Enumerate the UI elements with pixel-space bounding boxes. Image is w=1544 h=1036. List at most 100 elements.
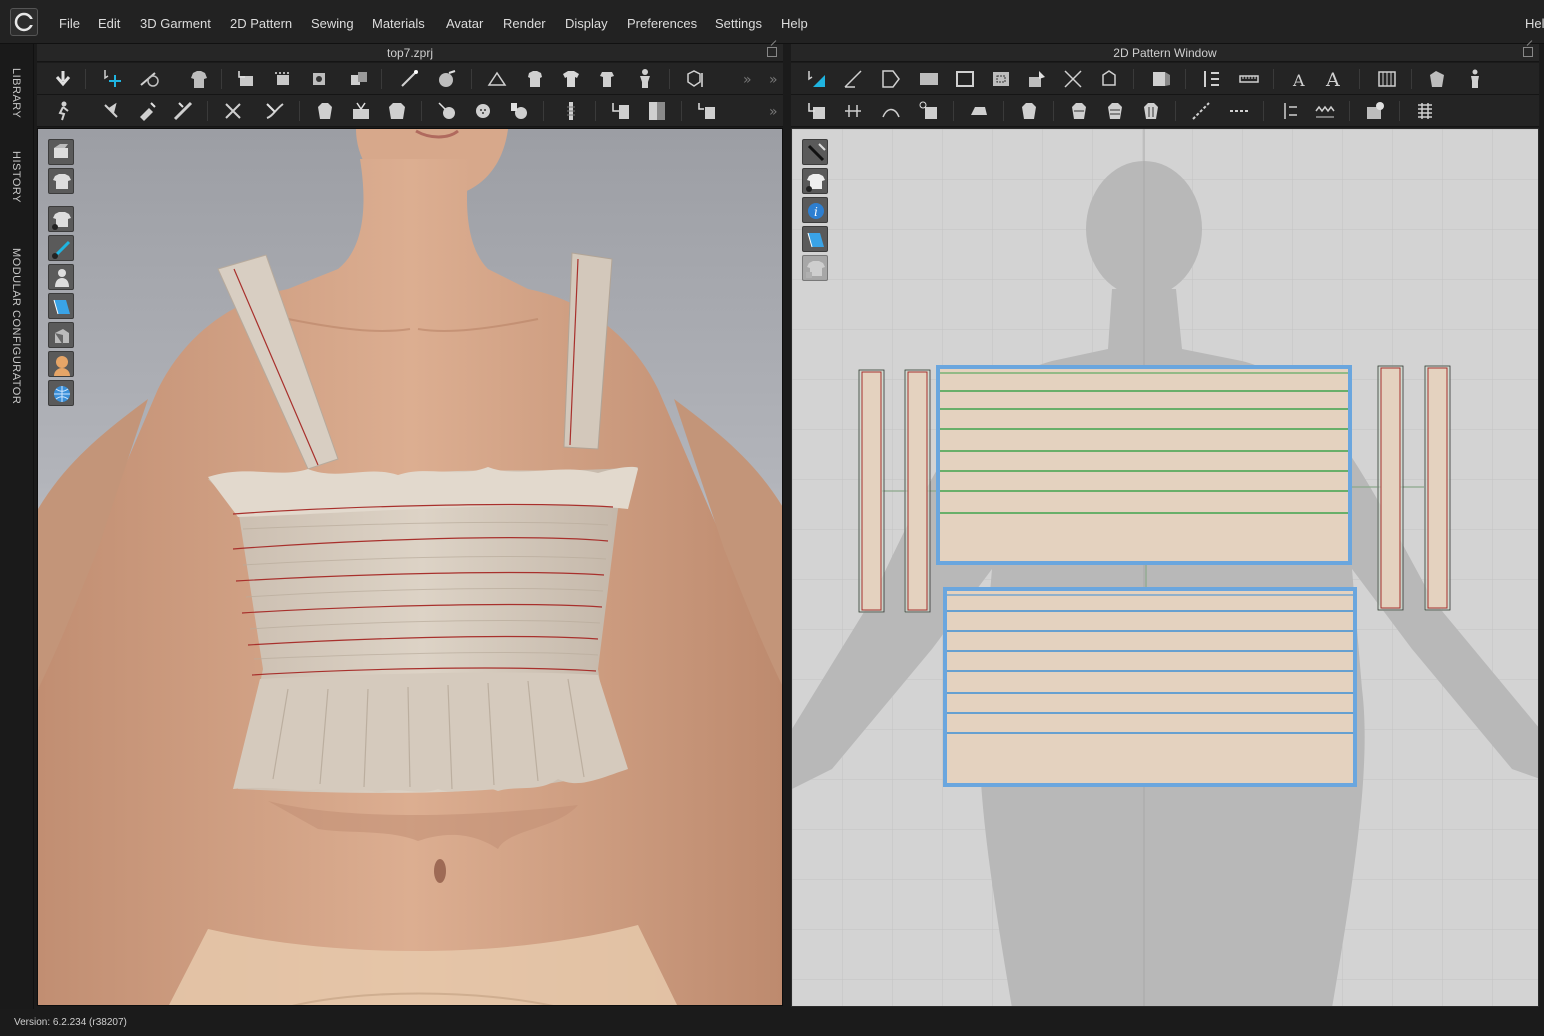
edit-curvature-icon[interactable] (879, 67, 903, 91)
fold-icon[interactable] (271, 67, 295, 91)
pattern-back-panel[interactable] (943, 587, 1357, 787)
menu-display[interactable]: Display (565, 16, 608, 31)
polygon-icon[interactable] (917, 67, 941, 91)
menu-help[interactable]: Help (781, 16, 808, 31)
3d-garment-viewport[interactable] (37, 128, 783, 1006)
elastic-icon[interactable] (1067, 99, 1091, 123)
menu-3d-garment[interactable]: 3D Garment (140, 16, 211, 31)
button-icon[interactable] (559, 67, 583, 91)
free-sewing-2d-icon[interactable] (879, 99, 903, 123)
texture-icon[interactable] (695, 99, 719, 123)
locked-garment-icon[interactable] (802, 255, 828, 281)
rectangle-icon[interactable] (953, 67, 977, 91)
segment-sewing-2d-icon[interactable] (841, 99, 865, 123)
tab-modular-configurator[interactable]: MODULAR CONFIGURATOR (10, 248, 22, 404)
view-garment-icon[interactable] (48, 139, 74, 165)
dart-icon[interactable] (1025, 67, 1049, 91)
stitch-pattern-icon[interactable] (1313, 99, 1337, 123)
menu-sewing[interactable]: Sewing (311, 16, 354, 31)
edit-pin-box-icon[interactable] (135, 99, 159, 123)
free-sewing-icon[interactable] (263, 99, 287, 123)
avatar-move-icon[interactable] (1463, 67, 1487, 91)
zipper-icon[interactable] (435, 99, 459, 123)
pleat-icon[interactable] (1139, 99, 1163, 123)
graphic-icon[interactable] (645, 99, 669, 123)
pattern-strap-left-1[interactable] (858, 369, 885, 613)
avatar-pose-icon[interactable] (633, 67, 657, 91)
maximize-3d-icon[interactable] (767, 47, 777, 57)
select-move-icon[interactable] (101, 67, 125, 91)
toolbar-overflow-icon[interactable]: » (737, 67, 761, 91)
transform-pattern-icon[interactable] (805, 67, 829, 91)
fabric-stretch-icon[interactable] (313, 99, 337, 123)
topstitch-icon[interactable] (1189, 99, 1213, 123)
menu-settings[interactable]: Settings (715, 16, 762, 31)
maximize-2d-icon[interactable] (1523, 47, 1533, 57)
avatar-measure-icon[interactable] (523, 67, 547, 91)
pattern-strap-right-1[interactable] (1377, 365, 1404, 611)
strengthen-icon[interactable] (171, 99, 195, 123)
show-avatar-icon[interactable] (48, 264, 74, 290)
tab-history[interactable]: HISTORY (10, 151, 22, 203)
app-logo-icon[interactable] (10, 8, 38, 36)
pattern-strap-right-2[interactable] (1424, 365, 1451, 611)
ruler-icon[interactable] (1237, 67, 1261, 91)
garment-fitting-icon[interactable] (187, 67, 211, 91)
menu-render[interactable]: Render (503, 16, 546, 31)
superimpose-icon[interactable] (347, 67, 371, 91)
view-shirt-icon[interactable] (48, 168, 74, 194)
zipper-pull-icon[interactable] (559, 99, 583, 123)
tape-icon[interactable] (609, 99, 633, 123)
show-pins-icon[interactable] (48, 235, 74, 261)
segment-topstitch-icon[interactable] (1227, 99, 1251, 123)
simulation-icon[interactable] (51, 67, 75, 91)
shrinkage-icon[interactable] (385, 99, 409, 123)
tack-on-avatar-icon[interactable] (917, 99, 941, 123)
pressure-icon[interactable] (349, 99, 373, 123)
internal-polygon-icon[interactable] (989, 67, 1013, 91)
3d-pen-icon[interactable] (397, 67, 421, 91)
buttonhole-icon[interactable] (595, 67, 619, 91)
trim-icon[interactable] (1363, 99, 1387, 123)
shirring-icon[interactable] (1103, 99, 1127, 123)
buttonhole-tool-icon[interactable] (507, 99, 531, 123)
select-mesh-icon[interactable] (137, 67, 161, 91)
pattern-info-icon[interactable]: i (802, 197, 828, 223)
gradual-icon[interactable] (1199, 67, 1223, 91)
pattern-pen-icon[interactable] (802, 139, 828, 165)
button-tool-icon[interactable] (471, 99, 495, 123)
grid-list-icon[interactable] (1413, 99, 1437, 123)
menu-2d-pattern[interactable]: 2D Pattern (230, 16, 292, 31)
fold-arrangement-icon[interactable] (235, 67, 259, 91)
show-texture-icon[interactable] (48, 293, 74, 319)
slash-spread-icon[interactable] (1097, 67, 1121, 91)
tab-library[interactable]: LIBRARY (10, 68, 22, 118)
avatar-walk-icon[interactable] (51, 99, 75, 123)
toolbar-overflow-icon[interactable]: » (765, 67, 789, 91)
menu-avatar[interactable]: Avatar (446, 16, 483, 31)
menu-edit[interactable]: Edit (98, 16, 120, 31)
cut-icon[interactable] (1061, 67, 1085, 91)
brush-icon[interactable] (435, 67, 459, 91)
menu-preferences[interactable]: Preferences (627, 16, 697, 31)
pattern-fold-icon[interactable] (1425, 67, 1449, 91)
show-environment-icon[interactable] (48, 380, 74, 406)
toolbar-overflow-icon[interactable]: » (765, 99, 789, 123)
2d-pattern-viewport[interactable]: i (791, 128, 1539, 1007)
trace-icon[interactable] (485, 67, 509, 91)
menu-file[interactable]: File (59, 16, 80, 31)
show-garment-icon[interactable] (48, 206, 74, 232)
show-pattern-texture-icon[interactable] (802, 226, 828, 252)
show-pattern-garment-icon[interactable] (802, 168, 828, 194)
fabric-assign-icon[interactable] (1017, 99, 1041, 123)
menu-materials[interactable]: Materials (372, 16, 425, 31)
edit-pin-icon[interactable] (99, 99, 123, 123)
text-size-icon[interactable]: A (1323, 67, 1347, 91)
edit-sewing-icon[interactable] (805, 99, 829, 123)
tack-icon[interactable] (307, 67, 331, 91)
segment-sewing-icon[interactable] (221, 99, 245, 123)
edit-pattern-icon[interactable] (841, 67, 865, 91)
fold-pattern-icon[interactable] (1149, 67, 1173, 91)
grading-icon[interactable] (1375, 67, 1399, 91)
show-shading-icon[interactable] (48, 322, 74, 348)
